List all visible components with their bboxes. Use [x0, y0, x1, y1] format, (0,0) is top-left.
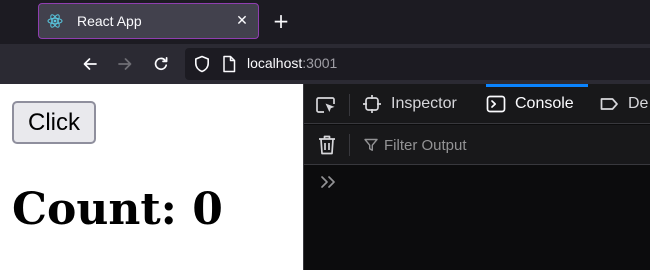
filter-icon [364, 138, 378, 151]
devtools-panel: Inspector Console De [303, 84, 650, 270]
browser-tab[interactable]: React App ✕ [38, 3, 259, 39]
toolbar-separator [349, 134, 350, 156]
browser-tab-strip: React App ✕ + [0, 0, 650, 44]
forward-button[interactable] [113, 52, 137, 76]
filter-output-input[interactable] [384, 134, 634, 156]
tab-inspector-label: Inspector [391, 95, 457, 112]
trash-icon[interactable] [317, 134, 337, 156]
tab-title: React App [77, 13, 142, 29]
forward-arrow-icon [118, 58, 132, 70]
toolbar-separator [349, 94, 350, 116]
tab-inspector[interactable]: Inspector [362, 84, 457, 124]
url-bar[interactable]: localhost:3001 [185, 48, 650, 80]
inspector-icon [362, 94, 382, 114]
click-button[interactable]: Click [12, 101, 96, 144]
url-port: :3001 [302, 55, 338, 71]
shield-icon[interactable] [193, 55, 211, 73]
navigation-toolbar: localhost:3001 [0, 44, 650, 84]
console-toolbar [304, 125, 650, 165]
tab-debugger-label: De [628, 95, 649, 112]
reload-icon [154, 56, 168, 71]
react-logo-icon [47, 13, 63, 29]
tab-debugger[interactable]: De [599, 84, 648, 124]
reload-button[interactable] [149, 52, 173, 76]
page-info-icon[interactable] [221, 55, 237, 73]
tab-console[interactable]: Console [486, 84, 588, 124]
console-icon [486, 94, 506, 114]
close-tab-icon[interactable]: ✕ [234, 13, 250, 29]
console-prompt-icon[interactable] [319, 174, 339, 190]
back-button[interactable] [78, 52, 102, 76]
url-text[interactable]: localhost:3001 [247, 55, 337, 71]
back-arrow-icon [83, 58, 97, 70]
new-tab-button[interactable]: + [270, 10, 292, 32]
tab-console-label: Console [515, 95, 574, 112]
element-picker-icon[interactable] [315, 95, 337, 115]
page-viewport: Click Count: 0 [0, 84, 303, 270]
devtools-tab-bar: Inspector Console De [304, 84, 650, 124]
debugger-icon [599, 94, 619, 114]
url-host: localhost [247, 55, 303, 71]
count-heading: Count: 0 [12, 184, 223, 235]
